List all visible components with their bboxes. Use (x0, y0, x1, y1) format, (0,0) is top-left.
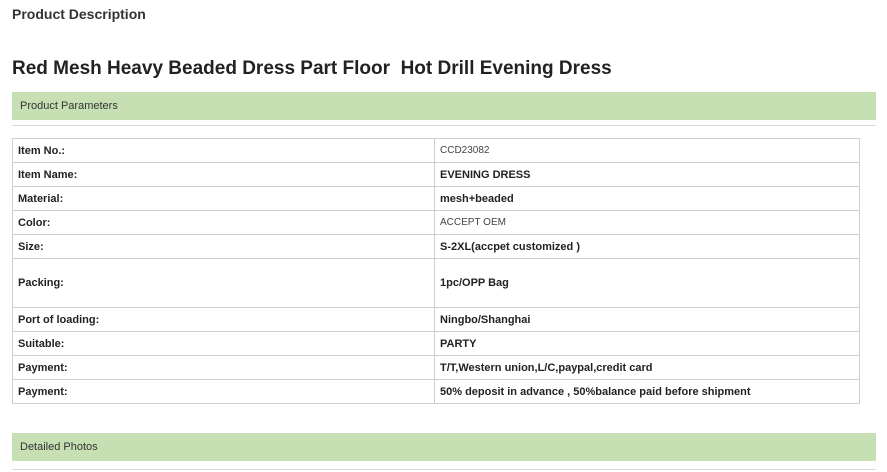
param-label-packing: Packing: (12, 258, 435, 308)
param-value-port-of-loading: Ningbo/Shanghai (434, 307, 860, 332)
param-value-item-name: EVENING DRESS (434, 162, 860, 187)
detailed-photos-label: Detailed Photos (20, 441, 98, 453)
section-title: Product Description (12, 6, 146, 22)
table-row: Size: S-2XL(accpet customized ) (12, 234, 860, 259)
table-row: Suitable: PARTY (12, 331, 860, 356)
param-label-suitable: Suitable: (12, 331, 435, 356)
param-value-material: mesh+beaded (434, 186, 860, 211)
param-label-port-of-loading: Port of loading: (12, 307, 435, 332)
param-label-payment: Payment: (12, 379, 435, 404)
product-title: Red Mesh Heavy Beaded Dress Part Floor H… (12, 58, 612, 79)
table-row: Payment: 50% deposit in advance , 50%bal… (12, 379, 860, 404)
param-label-item-no: Item No.: (12, 138, 435, 163)
param-value-payment-terms: 50% deposit in advance , 50%balance paid… (434, 379, 860, 404)
detailed-photos-bar: Detailed Photos (12, 433, 876, 461)
product-parameters-bar: Product Parameters (12, 92, 876, 120)
param-value-size: S-2XL(accpet customized ) (434, 234, 860, 259)
param-label-item-name: Item Name: (12, 162, 435, 187)
param-label-color: Color: (12, 210, 435, 235)
parameters-table: Item No.: CCD23082 Item Name: EVENING DR… (12, 138, 860, 404)
param-label-material: Material: (12, 186, 435, 211)
param-value-packing: 1pc/OPP Bag (434, 258, 860, 308)
divider (12, 469, 876, 470)
divider (12, 125, 876, 126)
product-parameters-label: Product Parameters (20, 100, 118, 112)
table-row: Color: ACCEPT OEM (12, 210, 860, 235)
param-label-payment: Payment: (12, 355, 435, 380)
param-value-payment-methods: T/T,Western union,L/C,paypal,credit card (434, 355, 860, 380)
param-label-size: Size: (12, 234, 435, 259)
table-row: Payment: T/T,Western union,L/C,paypal,cr… (12, 355, 860, 380)
param-value-color: ACCEPT OEM (434, 210, 860, 235)
param-value-suitable: PARTY (434, 331, 860, 356)
table-row: Packing: 1pc/OPP Bag (12, 258, 860, 308)
param-value-item-no: CCD23082 (434, 138, 860, 163)
table-row: Item No.: CCD23082 (12, 138, 860, 163)
table-row: Item Name: EVENING DRESS (12, 162, 860, 187)
table-row: Port of loading: Ningbo/Shanghai (12, 307, 860, 332)
table-row: Material: mesh+beaded (12, 186, 860, 211)
